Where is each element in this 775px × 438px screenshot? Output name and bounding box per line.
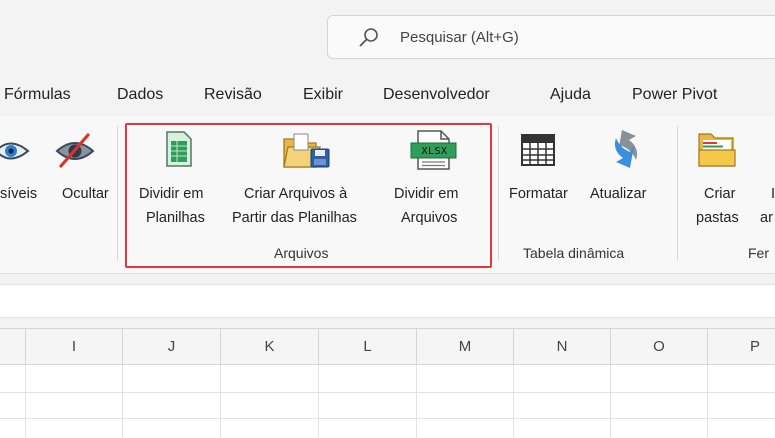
grid-line xyxy=(318,365,319,438)
eye-slash-icon xyxy=(55,133,95,168)
grid-line xyxy=(25,365,26,438)
tab-formulas[interactable]: Fórmulas xyxy=(4,86,71,104)
next-label-line-1: I xyxy=(771,186,775,202)
folder-icon xyxy=(698,133,736,167)
grid-line xyxy=(707,365,708,438)
grid-line xyxy=(416,365,417,438)
group-label-pivot: Tabela dinâmica xyxy=(523,245,625,261)
hide-label: Ocultar xyxy=(62,186,109,202)
search-placeholder: Pesquisar (Alt+G) xyxy=(400,29,519,46)
column-headers: I J K L M N O P xyxy=(0,328,775,365)
grid-line xyxy=(0,392,775,393)
column-header-n[interactable]: N xyxy=(514,329,611,364)
grid-line xyxy=(122,365,123,438)
highlight-box xyxy=(125,123,492,268)
search-icon xyxy=(359,28,378,47)
group-separator xyxy=(498,126,499,261)
group-separator xyxy=(117,126,118,261)
tab-help[interactable]: Ajuda xyxy=(550,86,591,104)
column-header-k[interactable]: K xyxy=(221,329,319,364)
column-header-l[interactable]: L xyxy=(319,329,417,364)
group-label-tools: Fer xyxy=(748,245,769,261)
refresh-icon xyxy=(614,130,638,168)
column-header-partial[interactable] xyxy=(0,329,26,364)
column-header-m[interactable]: M xyxy=(417,329,514,364)
tab-review[interactable]: Revisão xyxy=(204,86,262,104)
tab-view[interactable]: Exibir xyxy=(303,86,343,104)
refresh-label: Atualizar xyxy=(590,186,647,202)
tab-power-pivot[interactable]: Power Pivot xyxy=(632,86,717,104)
create-folders-label-1: Criar xyxy=(704,186,736,202)
table-icon xyxy=(521,134,555,166)
column-header-i[interactable]: I xyxy=(26,329,123,364)
grid-line xyxy=(610,365,611,438)
search-box[interactable]: Pesquisar (Alt+G) xyxy=(327,15,775,59)
grid-line xyxy=(513,365,514,438)
cell-grid[interactable] xyxy=(0,365,775,438)
tab-developer[interactable]: Desenvolvedor xyxy=(383,86,490,104)
next-label-line-2: ar xyxy=(760,210,773,226)
title-bar: Pesquisar (Alt+G) xyxy=(0,0,775,78)
grid-line xyxy=(220,365,221,438)
column-header-o[interactable]: O xyxy=(611,329,708,364)
grid-line xyxy=(0,418,775,419)
formula-bar[interactable] xyxy=(0,284,775,318)
visible-label: síveis xyxy=(0,186,38,202)
create-folders-label-2: pastas xyxy=(696,210,739,226)
formula-bar-area xyxy=(0,274,775,328)
column-header-p[interactable]: P xyxy=(708,329,775,364)
group-separator xyxy=(677,126,678,261)
eye-icon xyxy=(0,142,30,160)
tab-data[interactable]: Dados xyxy=(117,86,163,104)
menu-bar: Fórmulas Dados Revisão Exibir Desenvolve… xyxy=(0,78,775,116)
ribbon: síveis Ocultar Dividir em Planilhas Cria… xyxy=(0,116,775,274)
column-header-j[interactable]: J xyxy=(123,329,221,364)
format-label: Formatar xyxy=(509,186,568,202)
